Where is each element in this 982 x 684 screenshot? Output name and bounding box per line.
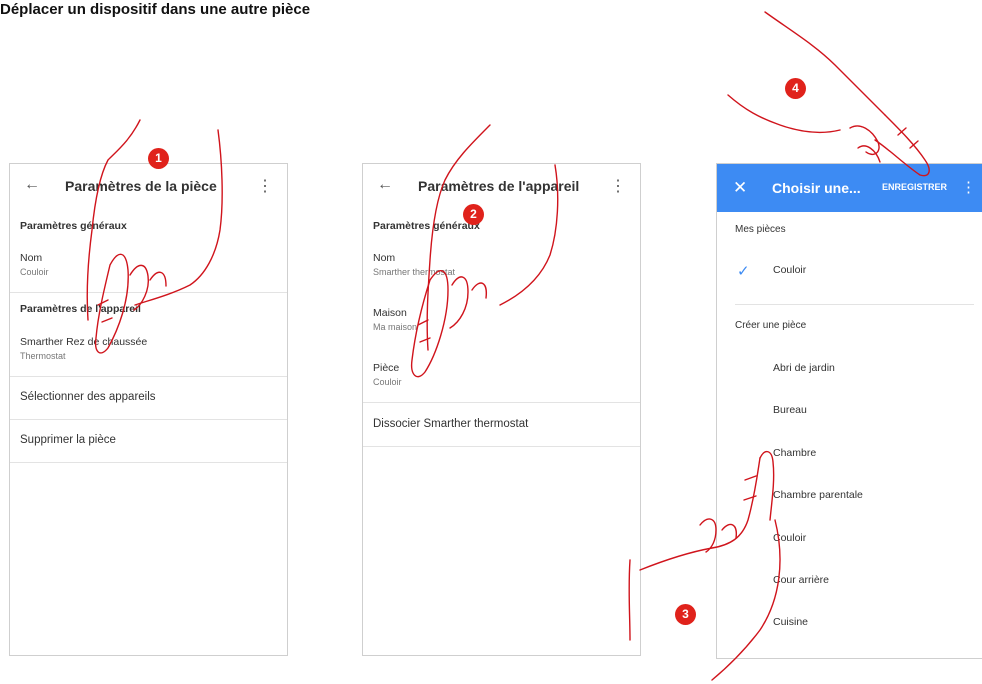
my-rooms-label: Mes pièces xyxy=(735,224,786,235)
screen-device-settings: ← Paramètres de l'appareil ⋮ Paramètres … xyxy=(362,163,641,656)
screen-title: Paramètres de l'appareil xyxy=(418,178,580,194)
house-label[interactable]: Maison xyxy=(373,307,407,319)
house-value: Ma maison xyxy=(373,322,418,332)
screen-room-settings: ← Paramètres de la pièce ⋮ Paramètres gé… xyxy=(9,163,288,656)
name-value: Smarther thermostat xyxy=(373,267,456,277)
arrow-left-icon[interactable]: ← xyxy=(377,176,393,194)
check-icon: ✓ xyxy=(737,263,750,280)
delete-room-item[interactable]: Supprimer la pièce xyxy=(20,434,116,446)
dissociate-item[interactable]: Dissocier Smarther thermostat xyxy=(373,418,528,430)
step-badge: 3 xyxy=(675,604,696,625)
more-vert-icon[interactable]: ⋮ xyxy=(610,176,626,196)
selected-room[interactable]: Couloir xyxy=(773,264,806,276)
step-badge: 2 xyxy=(463,204,484,225)
name-label[interactable]: Nom xyxy=(373,252,395,264)
screen-choose-room: ✕ Choisir une... ENREGISTRER ⋮ Mes pièce… xyxy=(716,163,982,659)
general-section-label: Paramètres généraux xyxy=(373,220,480,232)
name-value: Couloir xyxy=(20,267,49,277)
room-option[interactable]: Bureau xyxy=(773,404,807,416)
room-option[interactable]: Cour arrière xyxy=(773,574,829,586)
more-vert-icon[interactable]: ⋮ xyxy=(257,176,273,196)
room-option[interactable]: Chambre parentale xyxy=(773,489,863,501)
room-option[interactable]: Couloir xyxy=(773,532,806,544)
room-option[interactable]: Chambre xyxy=(773,447,816,459)
step-badge: 1 xyxy=(148,148,169,169)
name-label[interactable]: Nom xyxy=(20,252,42,264)
save-button[interactable]: ENREGISTRER xyxy=(882,182,947,192)
step-badge: 4 xyxy=(785,78,806,99)
room-label[interactable]: Pièce xyxy=(373,362,399,374)
device-name[interactable]: Smarther Rez de chaussée xyxy=(20,336,147,348)
arrow-left-icon[interactable]: ← xyxy=(24,176,40,194)
room-value: Couloir xyxy=(373,377,402,387)
more-vert-icon[interactable]: ⋮ xyxy=(961,178,976,196)
screen-title: Paramètres de la pièce xyxy=(65,178,217,194)
room-option[interactable]: Abri de jardin xyxy=(773,362,835,374)
device-section-label: Paramètres de l'appareil xyxy=(20,303,141,315)
hand-4 xyxy=(764,11,886,116)
general-section-label: Paramètres généraux xyxy=(20,220,127,232)
device-type: Thermostat xyxy=(20,351,66,361)
create-room-label: Créer une pièce xyxy=(735,320,807,331)
select-devices-item[interactable]: Sélectionner des appareils xyxy=(20,391,156,403)
page-title: Déplacer un dispositif dans une autre pi… xyxy=(0,1,311,18)
close-icon[interactable]: ✕ xyxy=(733,178,747,198)
room-option[interactable]: Cuisine xyxy=(773,616,808,628)
screen-title: Choisir une... xyxy=(772,180,861,196)
